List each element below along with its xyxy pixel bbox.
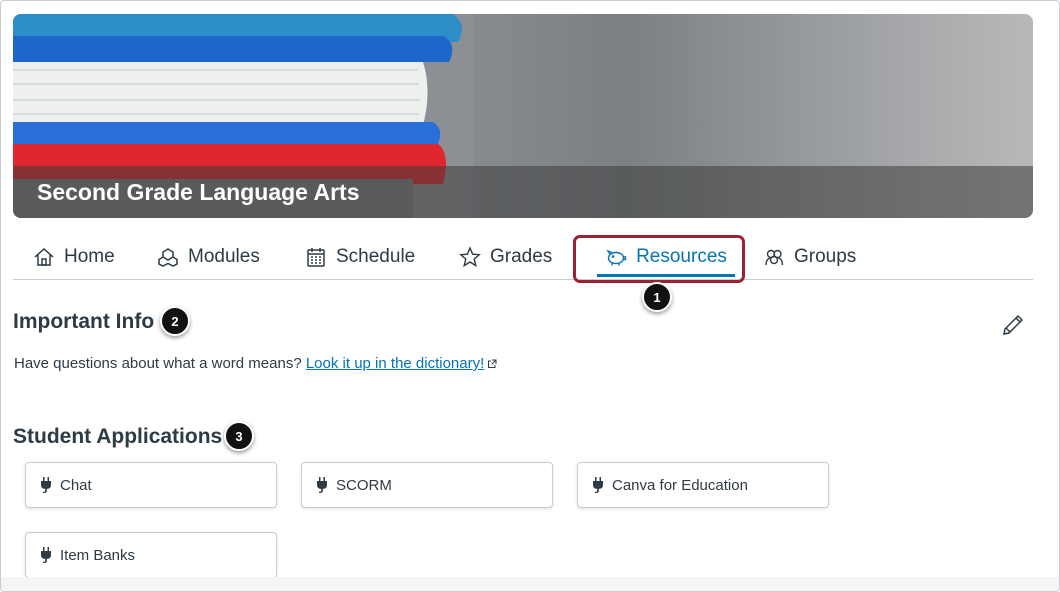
calendar-icon [307,248,325,267]
groups-icon [765,249,784,266]
app-card-chat[interactable]: Chat [25,462,277,508]
course-nav-tabs: Home Modules Schedule Grades Resources G… [13,235,1033,280]
callout-marker-2: 2 [160,306,190,336]
external-link-icon [488,359,497,368]
dictionary-link[interactable]: Look it up in the dictionary! [306,355,484,372]
course-title: Second Grade Language Arts [37,179,360,205]
callout-marker-3: 3 [224,421,254,451]
important-info-heading: Important Info [13,310,155,333]
tab-schedule-label: Schedule [336,246,416,267]
important-info-text: Have questions about what a word means? … [14,355,497,372]
plug-icon [41,477,51,493]
app-label: Item Banks [60,546,136,564]
app-label: Canva for Education [612,476,748,494]
app-label: SCORM [336,476,392,494]
tab-groups-label: Groups [794,246,857,267]
plug-icon [41,547,51,563]
tab-grades[interactable]: Grades [459,235,552,279]
modules-icon [158,248,178,267]
app-card-canva[interactable]: Canva for Education [577,462,829,508]
app-label: Chat [60,476,92,494]
tab-modules[interactable]: Modules [157,235,260,279]
tab-grades-label: Grades [490,246,553,267]
resources-tab-highlight [573,235,745,283]
plug-icon [593,477,603,493]
star-icon [459,246,481,268]
plug-icon [317,477,327,493]
tab-home-label: Home [64,246,115,267]
student-applications-heading: Student Applications [13,425,223,448]
app-card-scorm[interactable]: SCORM [301,462,553,508]
info-question: Have questions about what a word means? [14,355,306,372]
callout-marker-1: 1 [642,282,672,312]
app-card-item-banks[interactable]: Item Banks [25,532,277,578]
tab-modules-label: Modules [188,246,260,267]
pencil-icon [1003,314,1024,335]
home-icon [34,247,54,266]
tab-groups[interactable]: Groups [763,235,856,279]
tab-schedule[interactable]: Schedule [305,235,415,279]
tab-home[interactable]: Home [33,235,115,279]
bottom-edge [1,577,1059,591]
course-hero-banner: Second Grade Language Arts [13,14,1033,218]
canvas-course-page: Second Grade Language Arts Home Modules … [0,0,1060,592]
edit-button[interactable] [1000,309,1028,337]
